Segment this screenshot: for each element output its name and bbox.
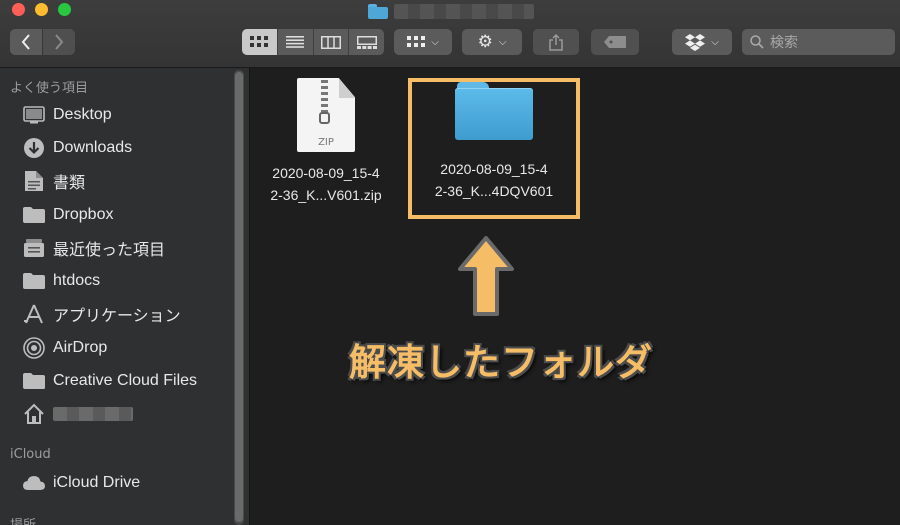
- sidebar: よく使う項目 Desktop Downloads 書類 Dropbox 最近使っ…: [0, 68, 250, 525]
- close-window-button[interactable]: [12, 3, 25, 16]
- folder-icon: [22, 204, 46, 226]
- sidebar-item-applications[interactable]: アプリケーション: [22, 301, 181, 327]
- grid-icon: [250, 36, 269, 47]
- search-field[interactable]: 検索: [742, 29, 895, 55]
- folder-icon: [368, 3, 388, 19]
- sidebar-item-label: Desktop: [53, 106, 112, 123]
- sidebar-item-icloud-drive[interactable]: iCloud Drive: [22, 470, 140, 496]
- sidebar-item-htdocs[interactable]: htdocs: [22, 268, 100, 294]
- folder-icon: [22, 370, 46, 392]
- tag-icon: [604, 36, 626, 48]
- sidebar-scrollbar-thumb[interactable]: [235, 72, 243, 522]
- list-icon: [286, 36, 305, 48]
- downloads-icon: [22, 137, 46, 159]
- sidebar-item-desktop[interactable]: Desktop: [22, 102, 112, 128]
- sidebar-item-airdrop[interactable]: AirDrop: [22, 335, 107, 361]
- dropbox-menu-button[interactable]: ⌵: [672, 29, 732, 55]
- chevron-down-icon: ⌵: [498, 36, 507, 48]
- sidebar-item-label: 最近使った項目: [53, 242, 166, 259]
- desktop-icon: [22, 104, 46, 126]
- sidebar-section-locations: 場所: [10, 514, 36, 525]
- zip-icon-label: ZIP: [318, 137, 334, 148]
- sidebar-item-label: AirDrop: [53, 339, 108, 356]
- forward-button[interactable]: [43, 29, 75, 55]
- share-icon: [549, 33, 563, 51]
- sidebar-item-dropbox[interactable]: Dropbox: [22, 202, 113, 228]
- tags-button[interactable]: [591, 29, 639, 55]
- document-icon: [22, 170, 46, 192]
- sidebar-scrollbar[interactable]: [234, 70, 244, 525]
- sidebar-item-label: iCloud Drive: [53, 474, 141, 491]
- toolbar: ⌵ ⚙ ⌵ ⌵ 検索: [0, 0, 900, 68]
- zip-file-icon: ZIP: [297, 78, 355, 152]
- sidebar-item-label: Dropbox: [53, 206, 114, 223]
- sidebar-item-label: htdocs: [53, 272, 101, 289]
- sidebar-item-label: Creative Cloud Files: [53, 372, 198, 389]
- sidebar-item-label: アプリケーション: [53, 308, 181, 325]
- sidebar-item-label: 書類: [53, 175, 86, 192]
- columns-icon: [320, 35, 341, 49]
- view-mode-group: [242, 29, 384, 55]
- icon-view-button[interactable]: [242, 29, 278, 55]
- grid-icon: [407, 36, 426, 47]
- zip-file-item[interactable]: ZIP 2020-08-09_15-4 2-36_K...V601.zip: [251, 78, 401, 206]
- file-browser-content: ZIP 2020-08-09_15-4 2-36_K...V601.zip 20…: [251, 68, 900, 525]
- window-title-redacted: [394, 3, 534, 19]
- cloud-icon: [22, 472, 46, 494]
- highlight-box: [408, 78, 580, 219]
- column-view-button[interactable]: [314, 29, 350, 55]
- chevron-down-icon: ⌵: [431, 36, 439, 48]
- sidebar-section-icloud: iCloud: [10, 447, 51, 462]
- home-icon: [22, 403, 46, 425]
- sidebar-item-label: Downloads: [53, 139, 133, 156]
- window-title: [368, 2, 534, 20]
- sidebar-item-downloads[interactable]: Downloads: [22, 135, 132, 161]
- sidebar-item-home[interactable]: [22, 401, 133, 427]
- group-by-button[interactable]: ⌵: [394, 29, 452, 55]
- arrow-up-icon: [458, 236, 514, 316]
- minimize-window-button[interactable]: [35, 3, 48, 16]
- action-menu-button[interactable]: ⚙ ⌵: [462, 29, 522, 55]
- list-view-button[interactable]: [278, 29, 314, 55]
- recents-icon: [22, 237, 46, 259]
- sidebar-item-documents[interactable]: 書類: [22, 168, 85, 194]
- chevron-down-icon: ⌵: [711, 36, 719, 48]
- maximize-window-button[interactable]: [58, 3, 71, 16]
- search-icon: [750, 35, 764, 49]
- chevron-left-icon: [21, 34, 30, 50]
- back-button[interactable]: [10, 29, 42, 55]
- dropbox-icon: [685, 33, 706, 51]
- search-placeholder: 検索: [770, 35, 798, 51]
- sidebar-section-favorites: よく使う項目: [10, 81, 89, 96]
- gallery-view-button[interactable]: [349, 29, 384, 55]
- annotation-label: 解凍したフォルダ: [349, 341, 653, 384]
- folder-icon: [22, 270, 46, 292]
- airdrop-icon: [22, 337, 46, 359]
- home-folder-name-redacted: [53, 407, 133, 421]
- gear-icon: ⚙: [477, 32, 493, 52]
- gallery-icon: [356, 35, 377, 49]
- sidebar-item-creative-cloud-files[interactable]: Creative Cloud Files: [22, 368, 197, 394]
- applications-icon: [22, 303, 46, 325]
- chevron-right-icon: [55, 34, 64, 50]
- share-button[interactable]: [533, 29, 579, 55]
- sidebar-item-recents[interactable]: 最近使った項目: [22, 235, 165, 261]
- file-name: 2020-08-09_15-4 2-36_K...V601.zip: [270, 165, 382, 203]
